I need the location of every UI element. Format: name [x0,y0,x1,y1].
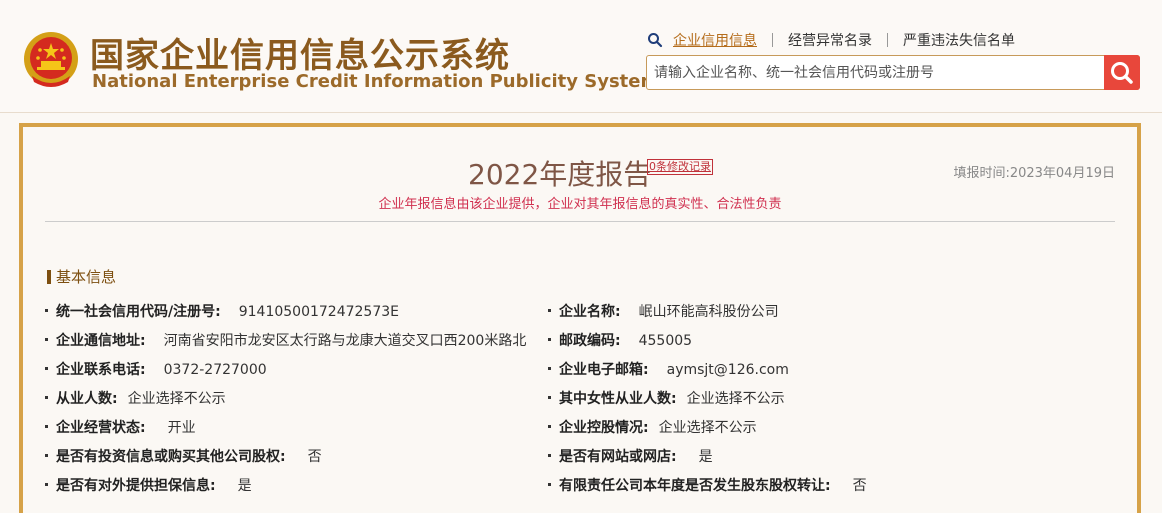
info-website: 是否有网站或网店: 是 [548,446,713,466]
national-emblem-icon [24,32,78,87]
annual-report-panel: 2022年度报告 0条修改记录 填报时间:2023年04月19日 企业年报信息由… [19,123,1141,513]
field-label: 统一社会信用代码/注册号: [56,304,221,320]
section-title: 基本信息 [56,268,117,286]
report-disclaimer: 企业年报信息由该企业提供，企业对其年报信息的真实性、合法性负责 [378,197,782,212]
nav-serious-violation-list[interactable]: 严重违法失信名单 [903,30,1015,50]
info-phone: 企业联系电话: 0372-2727000 [45,359,267,379]
field-label: 企业名称: [559,304,621,320]
info-credit-code: 统一社会信用代码/注册号: 91410500172472573E [45,301,399,321]
bullet [45,366,48,370]
bullet [548,395,551,399]
info-employees: 从业人数: 企业选择不公示 [45,388,226,408]
nav-enterprise-credit-info[interactable]: 企业信用信息 [673,30,757,50]
info-holding-status: 企业控股情况: 企业选择不公示 [548,417,757,437]
info-guarantee: 是否有对外提供担保信息: 是 [45,475,252,495]
search-input[interactable] [647,56,1103,89]
field-label: 是否有网站或网店: [559,449,677,465]
field-value: 企业选择不公示 [658,420,757,436]
bullet [45,395,48,399]
info-company-name: 企业名称: 岷山环能高科股份公司 [548,301,779,321]
search-button-icon [1111,61,1133,84]
bullet [548,453,551,457]
bullet [548,337,551,341]
field-value: 是 [698,449,713,465]
bullet [45,424,48,428]
field-value: aymsjt@126.com [666,362,789,378]
report-title: 2022年度报告 [468,158,652,191]
nav-divider [887,33,888,47]
field-label: 是否有对外提供担保信息: [56,478,216,494]
field-value: 否 [307,449,322,465]
field-value: 是 [237,478,252,494]
search-icon [648,33,663,48]
info-investment: 是否有投资信息或购买其他公司股权: 否 [45,446,322,466]
site-header: 国家企业信用信息公示系统 National Enterprise Credit … [0,0,1162,113]
field-label: 有限责任公司本年度是否发生股东股权转让: [559,478,831,494]
site-title-cn: 国家企业信用信息公示系统 [90,36,510,76]
field-value: 企业选择不公示 [686,391,785,407]
field-label: 是否有投资信息或购买其他公司股权: [56,449,286,465]
nav-divider [772,33,773,47]
field-value: 否 [852,478,867,494]
field-label: 邮政编码: [559,333,621,349]
search-button[interactable] [1104,55,1140,90]
field-label: 从业人数: [56,391,118,407]
field-value: 开业 [167,420,196,436]
site-title-en: National Enterprise Credit Information P… [92,71,660,92]
section-marker [47,269,51,284]
info-operating-status: 企业经营状态: 开业 [45,417,196,437]
field-label: 其中女性从业人数: [559,391,677,407]
bullet [548,424,551,428]
bullet [548,308,551,312]
field-value: 河南省安阳市龙安区太行路与龙康大道交叉口西200米路北 [163,333,527,349]
top-nav: 企业信用信息 经营异常名录 严重违法失信名单 [647,30,1015,50]
divider [45,221,1115,222]
field-value: 岷山环能高科股份公司 [638,304,779,320]
bullet [45,482,48,486]
bullet [45,453,48,457]
field-label: 企业电子邮箱: [559,362,649,378]
bullet [45,308,48,312]
info-postcode: 邮政编码: 455005 [548,330,692,350]
field-label: 企业联系电话: [56,362,146,378]
bullet [45,337,48,341]
info-email: 企业电子邮箱: aymsjt@126.com [548,359,789,379]
bullet [548,482,551,486]
field-label: 企业控股情况: [559,420,649,436]
info-equity-transfer: 有限责任公司本年度是否发生股东股权转让: 否 [548,475,867,495]
bullet [548,366,551,370]
section-basic-info: 基本信息 [47,266,116,287]
info-address: 企业通信地址: 河南省安阳市龙安区太行路与龙康大道交叉口西200米路北 [45,330,526,350]
nav-abnormal-operation-list[interactable]: 经营异常名录 [788,30,872,50]
fill-time: 填报时间:2023年04月19日 [953,166,1115,181]
field-label: 企业经营状态: [56,420,146,436]
field-value: 企业选择不公示 [127,391,226,407]
field-label: 企业通信地址: [56,333,146,349]
field-value: 455005 [638,333,693,349]
field-value: 91410500172472573E [238,304,399,320]
revision-records-link[interactable]: 0条修改记录 [647,159,713,175]
search-box [646,55,1140,90]
info-female-employees: 其中女性从业人数: 企业选择不公示 [548,388,785,408]
field-value: 0372-2727000 [163,362,267,378]
